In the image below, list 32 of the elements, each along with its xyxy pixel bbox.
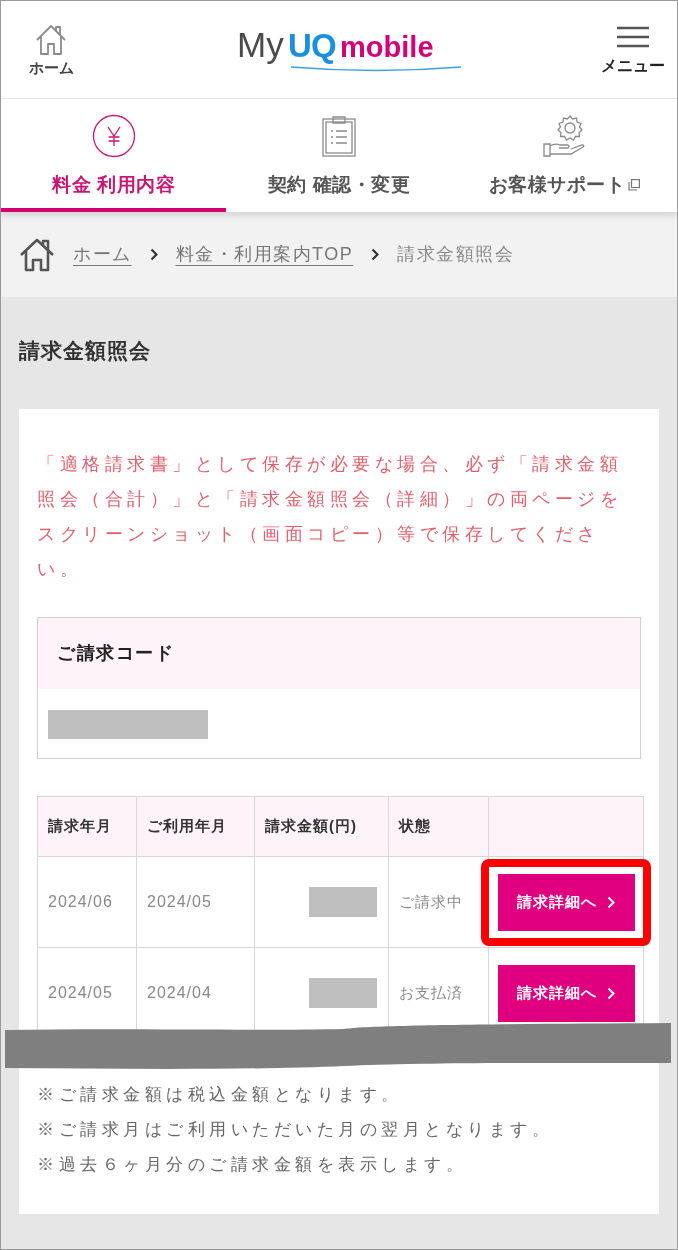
breadcrumb-current: 請求金額照会 — [397, 243, 515, 266]
menu-icon — [617, 25, 649, 48]
chevron-right-icon — [371, 248, 380, 261]
tab[interactable]: 契約 確認・変更 — [226, 99, 452, 212]
detail-button[interactable]: 請求詳細へ — [497, 964, 635, 1022]
home-icon — [19, 237, 55, 272]
note-text: ※ご請求月はご利用いただいた月の翌月となります。 — [37, 1119, 554, 1141]
column-header: 状態 — [388, 796, 489, 857]
chevron-right-icon — [607, 986, 615, 1000]
notice-text: 「適格請求書」として保存が必要な場合、必ず「請求金額照会（合計）」と「請求金額照会（詳細）」の両ページをスクリーンショット（画面コピー）等で保存してください。 — [37, 453, 623, 581]
table-cell: ご請求中 — [388, 856, 489, 948]
note-text: ※過去６ヶ月分のご請求金額を表示します。 — [37, 1154, 468, 1176]
breadcrumb-link[interactable]: 料金・利用案内TOP — [175, 241, 354, 268]
table-cell: 2024/06 — [37, 856, 137, 948]
clipboard-icon — [321, 114, 357, 158]
table-cell: 2024/05 — [136, 856, 255, 948]
detail-button[interactable]: 請求詳細へ — [497, 873, 635, 931]
home-icon — [35, 24, 67, 56]
breadcrumb-link[interactable]: ホーム — [73, 241, 132, 268]
tab[interactable]: お客様サポート — [451, 99, 677, 212]
chevron-right-icon — [149, 248, 158, 261]
column-header: 請求金額(円) — [254, 796, 389, 857]
menu-button[interactable]: メニュー — [601, 25, 665, 74]
column-header: 請求年月 — [37, 796, 137, 857]
logo[interactable]: MyUQ mobile — [237, 23, 473, 76]
chevron-right-icon — [607, 895, 615, 909]
column-header: ご利用年月 — [136, 796, 255, 857]
home-button[interactable]: ホーム — [21, 24, 81, 75]
yen-icon — [91, 114, 136, 158]
page-title: 請求金額照会 — [19, 338, 152, 364]
note-text: ※ご請求金額は税込金額となります。 — [37, 1084, 404, 1106]
billing-code-label: ご請求コード — [57, 642, 174, 665]
